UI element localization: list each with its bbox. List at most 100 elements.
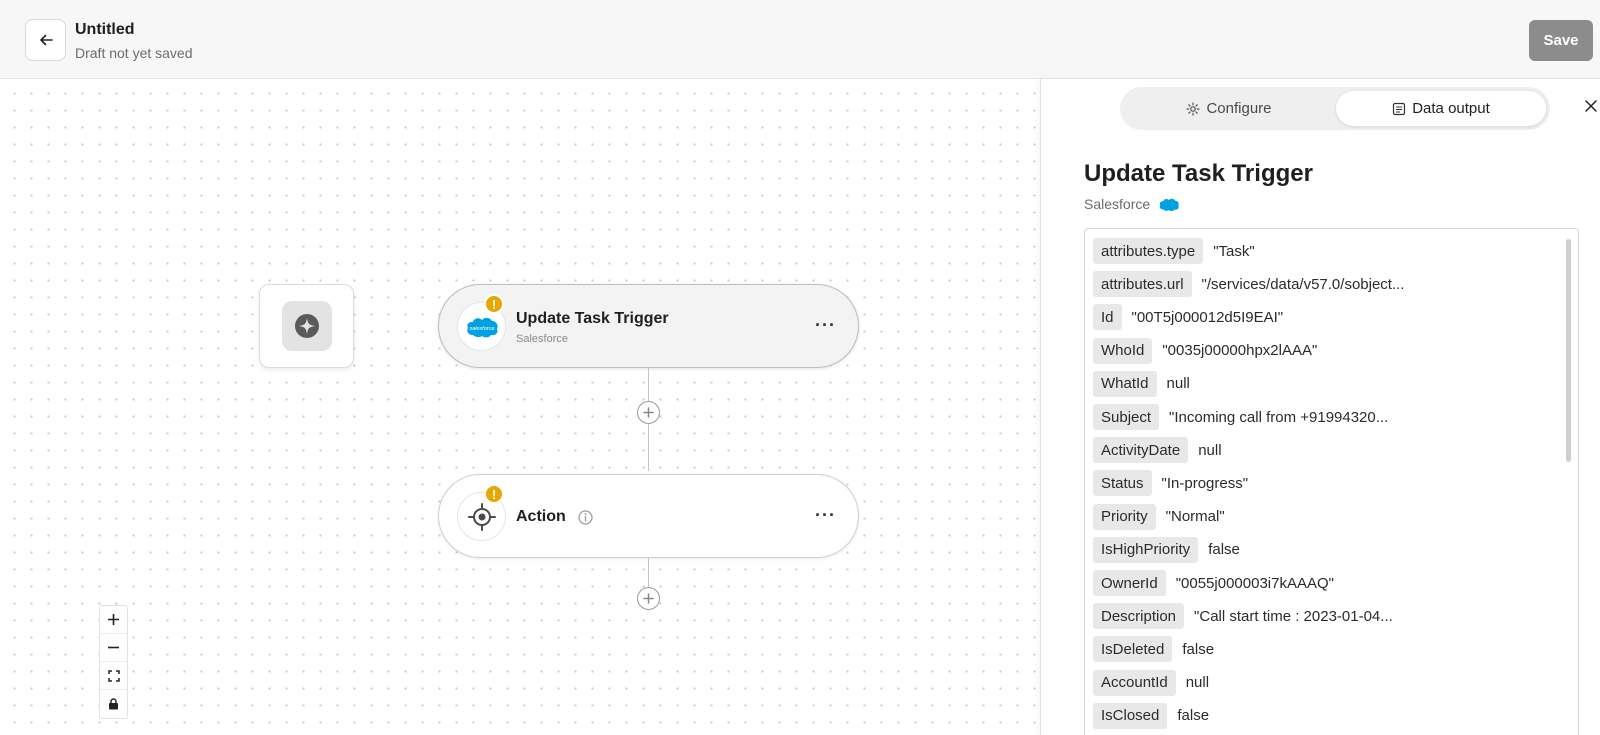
zoom-in-button[interactable] <box>100 606 127 634</box>
minus-icon <box>108 646 119 649</box>
trigger-node[interactable]: salesforce ! Update Task Trigger Salesfo… <box>438 284 859 368</box>
data-key: IsHighPriority <box>1093 536 1199 563</box>
data-key: IsDeleted <box>1093 636 1173 663</box>
data-row[interactable]: Description "Call start time : 2023-01-04… <box>1093 603 1393 630</box>
document-icon <box>1393 102 1406 115</box>
data-value: "Call start time : 2023-01-04... <box>1194 607 1393 625</box>
data-value: "Task" <box>1213 242 1255 260</box>
zoom-controls <box>99 605 128 719</box>
action-node-text: Action <box>516 507 593 527</box>
title-block: Untitled Draft not yet saved <box>75 20 193 63</box>
fit-view-icon <box>107 669 120 682</box>
data-row[interactable]: WhatId null <box>1093 370 1190 397</box>
action-node-title: Action <box>516 508 566 525</box>
side-panel: Configure Data output Update Task Trigge… <box>1040 79 1600 735</box>
zoom-out-button[interactable] <box>100 634 127 662</box>
lock-button[interactable] <box>100 690 127 718</box>
data-value: "Incoming call from +91994320... <box>1169 408 1389 426</box>
data-value: false <box>1182 640 1215 658</box>
data-key: AccountId <box>1093 669 1176 696</box>
panel-title: Update Task Trigger <box>1084 160 1313 187</box>
svg-text:salesforce: salesforce <box>469 326 494 332</box>
scrollbar-thumb[interactable] <box>1566 239 1571 462</box>
data-key: Subject <box>1093 404 1160 430</box>
trigger-node-subtitle: Salesforce <box>516 333 568 345</box>
action-node-menu-button[interactable]: ··· <box>815 505 836 525</box>
panel-subtitle: Salesforce <box>1084 196 1151 212</box>
warning-badge: ! <box>484 294 504 314</box>
tab-configure-label: Configure <box>1206 100 1272 117</box>
data-value: "In-progress" <box>1161 474 1249 492</box>
close-icon <box>1585 100 1597 112</box>
data-row[interactable]: Status "In-progress" <box>1093 470 1249 497</box>
data-row[interactable]: Priority "Normal" <box>1093 503 1225 530</box>
data-key: Status <box>1093 470 1152 497</box>
data-value: null <box>1166 375 1190 393</box>
warning-badge: ! <box>484 484 504 504</box>
info-icon[interactable] <box>578 509 593 525</box>
data-value: false <box>1208 541 1240 559</box>
data-value: "00T5j000012d5I9EAI" <box>1131 308 1284 326</box>
add-step-button[interactable] <box>637 401 660 424</box>
add-step-button[interactable] <box>637 587 660 610</box>
plus-icon <box>643 593 654 604</box>
plus-icon <box>108 614 119 625</box>
action-node[interactable]: ! Action ··· <box>438 474 859 558</box>
data-output-box[interactable]: attributes.type "Task" attributes.url "/ser… <box>1084 228 1579 735</box>
data-row[interactable]: attributes.url "/services/data/v57.0/sobj… <box>1093 271 1405 298</box>
arrow-left-icon <box>39 34 53 46</box>
data-row[interactable]: WhoId "0035j00000hpx2lAAA" <box>1093 337 1318 364</box>
data-value: false <box>1177 707 1210 725</box>
ai-sparkle-icon-wrap <box>281 301 332 351</box>
trigger-node-title: Update Task Trigger <box>516 310 669 327</box>
tab-data-output[interactable]: Data output <box>1336 91 1546 126</box>
save-button[interactable]: Save <box>1529 20 1593 61</box>
draft-status: Draft not yet saved <box>75 45 193 61</box>
data-row[interactable]: attributes.type "Task" <box>1093 238 1255 264</box>
workflow-canvas[interactable]: salesforce ! Update Task Trigger Salesfo… <box>0 79 1040 735</box>
data-key: OwnerId <box>1093 570 1166 596</box>
target-icon <box>467 502 496 531</box>
data-key: ActivityDate <box>1093 437 1189 464</box>
data-key: attributes.type <box>1093 238 1204 264</box>
salesforce-logo-icon: salesforce <box>466 317 498 337</box>
data-key: IsClosed <box>1093 702 1168 729</box>
data-key: Priority <box>1093 503 1156 530</box>
data-value: null <box>1198 441 1222 459</box>
top-bar: Untitled Draft not yet saved Save <box>0 0 1600 79</box>
close-panel-button[interactable] <box>1581 96 1600 116</box>
plus-icon <box>643 407 654 418</box>
data-row[interactable]: ActivityDate null <box>1093 437 1222 464</box>
ai-assistant-node[interactable] <box>259 284 354 368</box>
data-key: Id <box>1093 304 1122 331</box>
panel-subtitle-row: Salesforce <box>1084 195 1180 213</box>
data-value: "0035j00000hpx2lAAA" <box>1162 342 1318 360</box>
data-value: "/services/data/v57.0/sobject... <box>1201 275 1405 293</box>
lock-icon <box>109 698 118 710</box>
tab-data-output-label: Data output <box>1412 100 1490 117</box>
data-value: null <box>1185 674 1210 692</box>
fit-view-button[interactable] <box>100 662 127 690</box>
sparkle-icon <box>294 314 319 338</box>
data-row[interactable]: Subject "Incoming call from +91994320... <box>1093 404 1388 430</box>
data-row[interactable]: IsDeleted false <box>1093 636 1215 663</box>
salesforce-logo-icon <box>1158 197 1180 212</box>
data-value: "0055j000003i7kAAAQ" <box>1175 574 1334 592</box>
data-row[interactable]: IsHighPriority false <box>1093 536 1240 563</box>
data-key: WhoId <box>1093 337 1153 364</box>
data-row[interactable]: AccountId null <box>1093 669 1210 696</box>
workflow-title[interactable]: Untitled <box>75 20 193 40</box>
trigger-node-text: Update Task Trigger Salesforce <box>516 309 669 346</box>
gear-icon <box>1186 101 1201 116</box>
tab-configure[interactable]: Configure <box>1124 91 1334 126</box>
panel-tabs: Configure Data output <box>1120 87 1550 130</box>
trigger-node-menu-button[interactable]: ··· <box>815 315 836 335</box>
data-row[interactable]: IsClosed false <box>1093 702 1210 729</box>
data-key: attributes.url <box>1093 271 1192 298</box>
back-button[interactable] <box>25 19 66 61</box>
data-row[interactable]: OwnerId "0055j000003i7kAAAQ" <box>1093 570 1334 596</box>
data-key: WhatId <box>1093 370 1157 397</box>
data-value: "Normal" <box>1165 508 1225 526</box>
data-row[interactable]: Id "00T5j000012d5I9EAI" <box>1093 304 1284 331</box>
data-key: Description <box>1093 603 1185 630</box>
